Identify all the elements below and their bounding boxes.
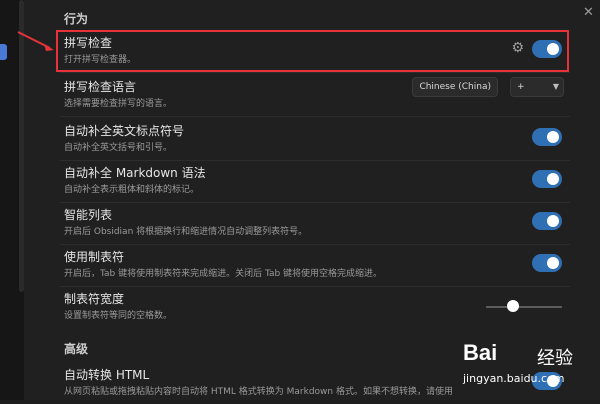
baidu-watermark: Bai 经验 jingyan.baidu.com (455, 338, 595, 394)
baidu-logo: Bai (463, 340, 498, 365)
watermark-url: jingyan.baidu.com (463, 372, 565, 385)
watermark-text: 经验 (537, 348, 573, 369)
